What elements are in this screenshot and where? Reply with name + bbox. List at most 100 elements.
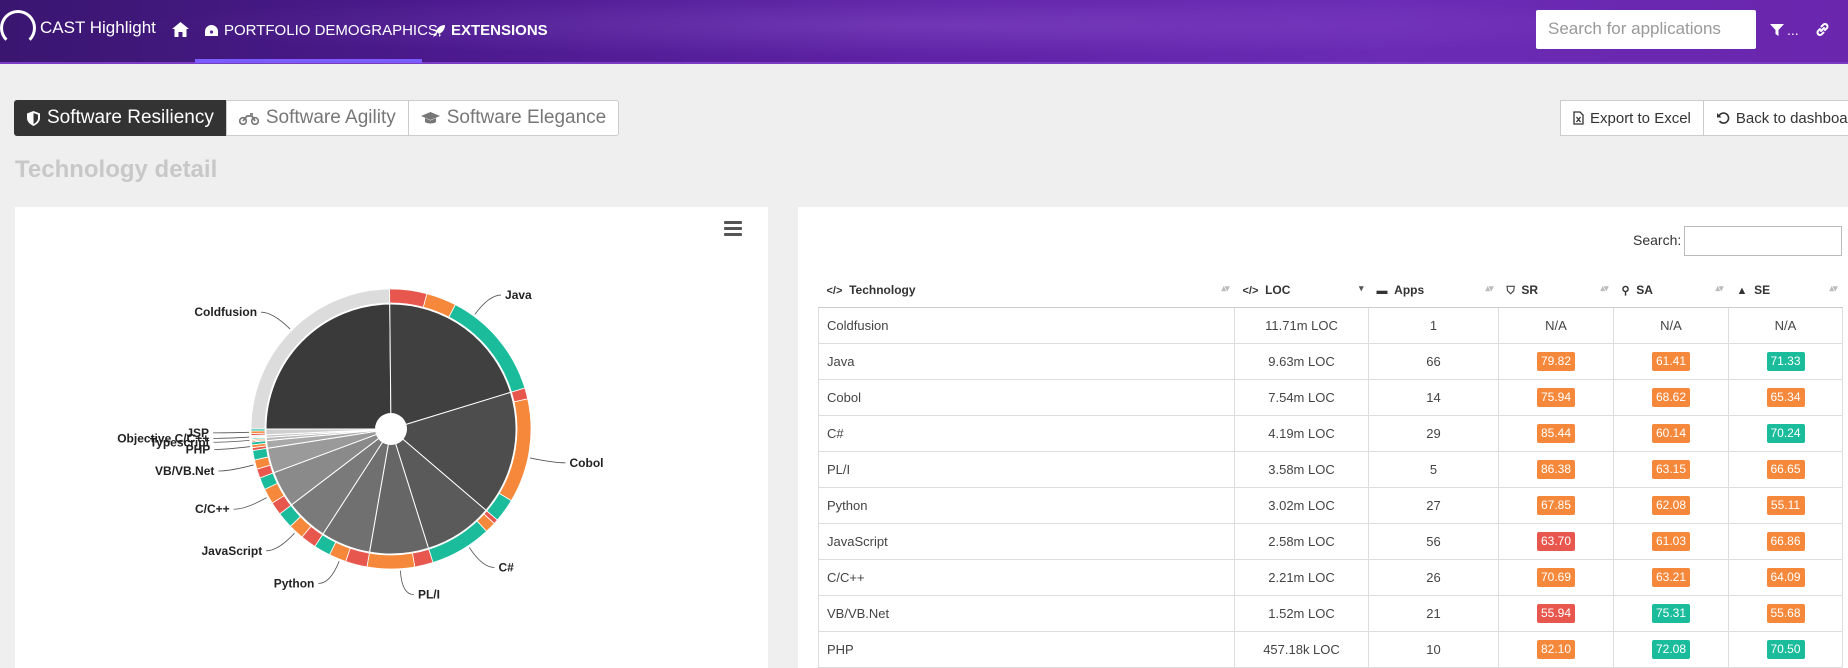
metric-tabs: Software Resiliency Software Agility Sof… (14, 100, 620, 136)
se-score-badge: 71.33 (1766, 351, 1805, 371)
sr-score-badge: 82.10 (1537, 639, 1575, 659)
sort-desc-icon: ▾ (1358, 283, 1363, 293)
filter-button[interactable]: ... (1770, 22, 1799, 38)
sa-score-badge: 61.03 (1652, 531, 1690, 551)
pie-label: VB/VB.Net (155, 464, 214, 478)
pie-slice-coldfusion[interactable] (265, 303, 392, 430)
table-header-row: </> Technology ▴▾ </> LOC ▾ ▬ Apps ▴▾ ⛉ … (818, 274, 1843, 308)
cell-technology: Python (818, 487, 1235, 524)
cell-se: N/A (1728, 307, 1843, 344)
sr-score-badge: 85.44 (1537, 423, 1575, 443)
col-label: SE (1754, 283, 1771, 298)
active-nav-indicator (195, 59, 422, 63)
cell-technology: C/C++ (818, 559, 1235, 596)
table-row[interactable]: Python 3.02m LOC 27 67.85 62.08 55.11 (818, 487, 1843, 524)
col-label: SR (1521, 282, 1539, 297)
cell-se: 65.34 (1728, 379, 1843, 416)
table-search-input[interactable] (1684, 226, 1842, 256)
col-label: SA (1636, 283, 1653, 298)
brand[interactable]: CAST Highlight (0, 10, 156, 46)
table-row[interactable]: Coldfusion 11.71m LOC 1 N/A N/A N/A (818, 307, 1843, 344)
cell-se: 70.24 (1728, 415, 1843, 452)
sa-score-badge: 63.15 (1652, 459, 1690, 479)
col-apps[interactable]: ▬ Apps ▴▾ (1368, 274, 1499, 308)
col-se[interactable]: ▲ SE ▴▾ (1728, 274, 1843, 308)
nav-extensions[interactable]: EXTENSIONS (432, 22, 548, 39)
tab-label: Software Elegance (446, 107, 607, 128)
sa-score-badge: 63.21 (1652, 567, 1690, 587)
home-nav[interactable] (172, 22, 189, 37)
table-row[interactable]: JavaScript 2.58m LOC 56 63.70 61.03 66.86 (818, 523, 1843, 560)
graduation-cap-icon (420, 111, 440, 123)
cell-se: 66.86 (1728, 523, 1843, 560)
table-row[interactable]: VB/VB.Net 1.52m LOC 21 55.94 75.31 55.68 (818, 595, 1843, 632)
export-excel-button[interactable]: Export to Excel (1560, 100, 1704, 136)
cell-se: 66.65 (1728, 451, 1843, 488)
cell-sr: 67.85 (1498, 487, 1614, 524)
pie-label: JSP (186, 426, 209, 440)
col-label: Apps (1394, 283, 1425, 298)
table-row[interactable]: Cobol 7.54m LOC 14 75.94 68.62 65.34 (818, 379, 1843, 416)
sa-score-badge: 68.62 (1652, 387, 1690, 407)
cell-technology: VB/VB.Net (818, 595, 1235, 632)
pie-center-hole (375, 413, 407, 445)
pie-label: Coldfusion (194, 305, 257, 319)
pie-label: C/C++ (195, 502, 230, 516)
col-technology[interactable]: </> Technology ▴▾ (818, 274, 1235, 308)
nav-portfolio-demographics[interactable]: PORTFOLIO DEMOGRAPHICS (204, 22, 438, 39)
tab-software-agility[interactable]: Software Agility (225, 100, 409, 136)
pie-label: C# (498, 561, 514, 575)
page-actions: Export to Excel Back to dashboard (1560, 100, 1848, 136)
col-sr[interactable]: ⛉ SR ▴▾ (1498, 274, 1614, 308)
label-leader-line (266, 532, 295, 552)
col-loc[interactable]: </> LOC ▾ (1234, 274, 1369, 308)
page-title: Technology detail (15, 156, 218, 183)
col-sa[interactable]: ⚲ SA ▴▾ (1613, 274, 1729, 308)
cell-se: 64.09 (1728, 559, 1843, 596)
cell-technology: Coldfusion (818, 307, 1235, 344)
nav-extensions-label: EXTENSIONS (451, 22, 548, 39)
sr-score-badge: 79.82 (1537, 351, 1575, 371)
motorcycle-icon (238, 112, 259, 125)
table-row[interactable]: PHP 457.18k LOC 10 82.10 72.08 70.50 (818, 631, 1843, 668)
ring-segment-medium (366, 552, 416, 570)
cell-sa: 61.03 (1613, 523, 1729, 560)
label-leader-line (474, 294, 502, 315)
label-leader-line (261, 311, 291, 330)
cell-sa: 61.41 (1613, 343, 1729, 380)
table-row[interactable]: PL/I 3.58m LOC 5 86.38 63.15 66.65 (818, 451, 1843, 488)
sa-score-badge: 60.14 (1652, 423, 1690, 443)
cell-sa: 60.14 (1613, 415, 1729, 452)
cell-loc: 2.21m LOC (1234, 559, 1369, 596)
link-button[interactable] (1815, 22, 1830, 41)
cell-sa: N/A (1613, 307, 1729, 344)
cell-technology: JavaScript (818, 523, 1235, 560)
se-score-badge: 55.11 (1766, 495, 1805, 515)
cell-apps: 56 (1368, 523, 1499, 560)
archive-icon: ▬ (1376, 285, 1388, 298)
label-leader-line (213, 439, 250, 443)
tab-software-resiliency[interactable]: Software Resiliency (14, 100, 227, 136)
se-score-badge: 66.86 (1766, 531, 1805, 551)
code-icon: </> (1242, 285, 1259, 298)
table-row[interactable]: C# 4.19m LOC 29 85.44 60.14 70.24 (818, 415, 1843, 452)
label-leader-line (213, 431, 250, 434)
app-search-input[interactable]: Search for applications (1536, 10, 1756, 49)
cell-loc: 2.58m LOC (1234, 523, 1369, 560)
code-icon: </> (826, 285, 843, 298)
back-to-dashboard-button[interactable]: Back to dashboard (1702, 100, 1848, 136)
label-leader-line (214, 446, 251, 450)
rocket-icon (433, 24, 445, 37)
sa-score-badge: 72.08 (1652, 639, 1690, 659)
sa-score-badge: 75.31 (1652, 603, 1690, 623)
table-row[interactable]: C/C++ 2.21m LOC 26 70.69 63.21 64.09 (818, 559, 1843, 596)
cell-sr: 86.38 (1498, 451, 1614, 488)
sr-score-badge: 55.94 (1537, 603, 1575, 623)
filter-label: ... (1787, 22, 1799, 38)
ring-segment-good (250, 428, 266, 432)
tab-software-elegance[interactable]: Software Elegance (407, 100, 620, 136)
graduation-cap-icon: ▲ (1736, 285, 1748, 298)
table-row[interactable]: Java 9.63m LOC 66 79.82 61.41 71.33 (818, 343, 1843, 380)
table-search-label: Search: (1633, 232, 1682, 248)
label-leader-line (218, 464, 254, 472)
